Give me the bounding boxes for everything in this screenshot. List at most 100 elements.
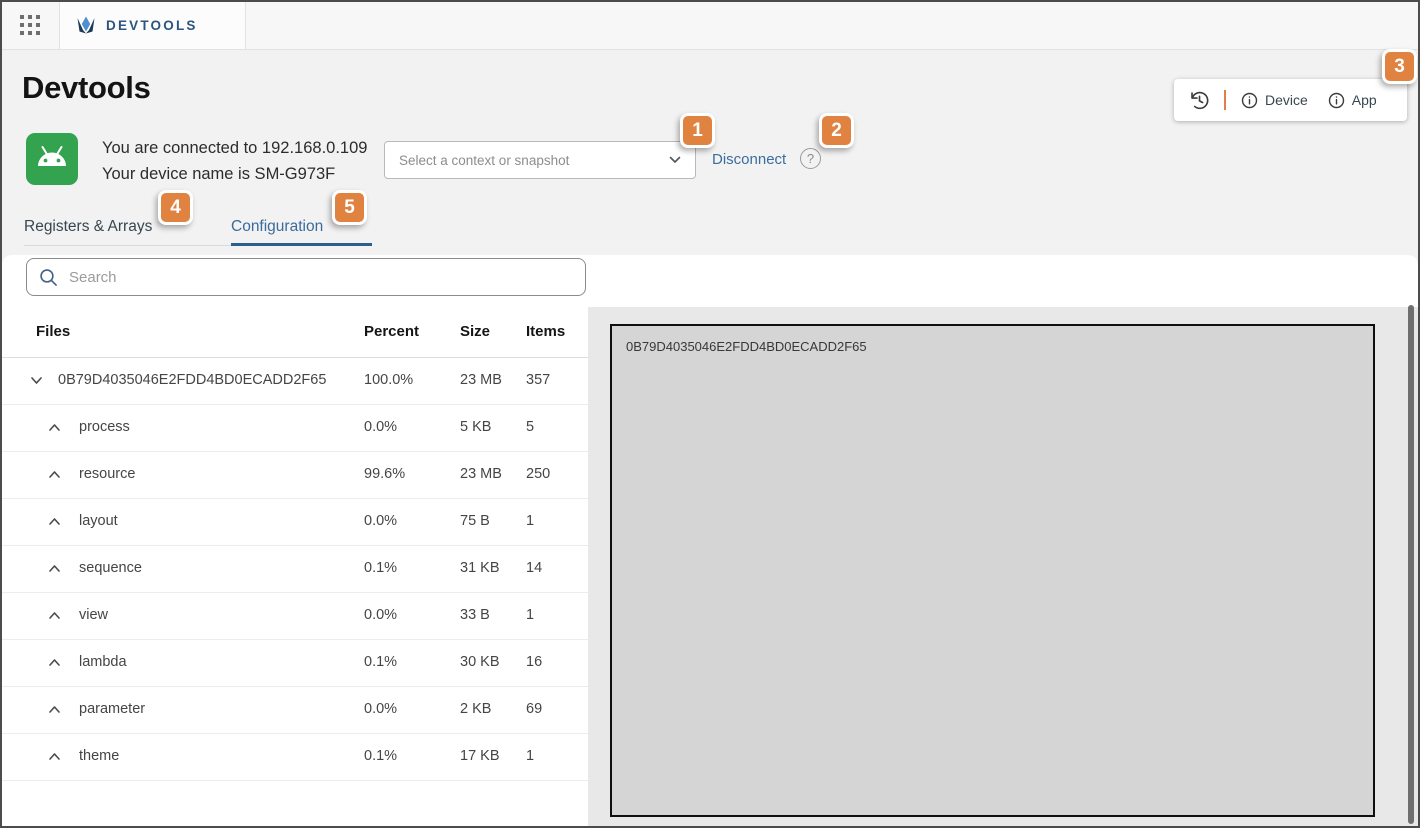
chevron-up-icon — [48, 562, 61, 575]
row-size: 33 B — [460, 607, 490, 623]
table-row[interactable]: resource 99.6% 23 MB 250 — [2, 452, 588, 499]
row-items: 69 — [526, 701, 542, 717]
callout-badge-5: 5 — [332, 190, 367, 225]
preview-root-label: 0B79D4035046E2FDD4BD0ECADD2F65 — [626, 339, 867, 354]
table-row[interactable]: sequence 0.1% 31 KB 14 — [2, 546, 588, 593]
row-toggle[interactable] — [48, 656, 61, 669]
info-icon — [1328, 92, 1345, 109]
row-toggle[interactable] — [48, 468, 61, 481]
row-toggle[interactable] — [48, 609, 61, 622]
row-name: 0B79D4035046E2FDD4BD0ECADD2F65 — [58, 372, 326, 388]
row-items: 1 — [526, 607, 534, 623]
row-items: 14 — [526, 560, 542, 576]
top-bar: DEVTOOLS — [2, 2, 1418, 50]
callout-badge-3: 3 — [1382, 49, 1417, 84]
row-name: process — [79, 419, 130, 435]
history-icon — [1188, 89, 1211, 112]
connection-line2: Your device name is SM-G973F — [102, 161, 367, 187]
tab-registers-arrays[interactable]: Registers & Arrays — [24, 218, 152, 236]
chevron-up-icon — [48, 656, 61, 669]
row-percent: 0.0% — [364, 419, 397, 435]
row-toggle[interactable] — [48, 750, 61, 763]
file-table-header: Files Percent Size Items — [2, 307, 588, 358]
row-percent: 0.0% — [364, 607, 397, 623]
column-header-items: Items — [526, 323, 565, 340]
device-info-label: Device — [1265, 92, 1308, 108]
row-toggle[interactable] — [48, 562, 61, 575]
row-items: 1 — [526, 748, 534, 764]
chevron-up-icon — [48, 750, 61, 763]
column-header-files: Files — [36, 323, 70, 340]
search-box[interactable] — [26, 258, 586, 296]
grid-icon — [18, 13, 43, 38]
tab-configuration[interactable]: Configuration — [231, 218, 323, 236]
page-title: Devtools — [22, 70, 151, 106]
devtools-page: DEVTOOLS Devtools You are connected to 1… — [0, 0, 1420, 828]
android-device-icon — [26, 133, 78, 185]
active-tab-underline — [231, 243, 372, 246]
row-name: parameter — [79, 701, 145, 717]
info-icon — [1241, 92, 1258, 109]
row-name: theme — [79, 748, 119, 764]
table-row[interactable]: lambda 0.1% 30 KB 16 — [2, 640, 588, 687]
table-row[interactable]: layout 0.0% 75 B 1 — [2, 499, 588, 546]
search-icon — [39, 268, 58, 287]
chevron-up-icon — [48, 515, 61, 528]
table-row[interactable]: view 0.0% 33 B 1 — [2, 593, 588, 640]
table-row[interactable]: process 0.0% 5 KB 5 — [2, 405, 588, 452]
app-info-label: App — [1352, 92, 1377, 108]
row-size: 2 KB — [460, 701, 491, 717]
row-name: resource — [79, 466, 135, 482]
row-toggle[interactable] — [30, 374, 43, 387]
row-items: 16 — [526, 654, 542, 670]
callout-badge-1: 1 — [680, 113, 715, 148]
row-name: lambda — [79, 654, 127, 670]
chevron-down-icon — [30, 374, 43, 387]
row-percent: 100.0% — [364, 372, 413, 388]
row-toggle[interactable] — [48, 421, 61, 434]
context-snapshot-select[interactable]: Select a context or snapshot — [384, 141, 696, 179]
chevron-up-icon — [48, 703, 61, 716]
column-header-size: Size — [460, 323, 490, 340]
row-percent: 0.0% — [364, 701, 397, 717]
disconnect-link[interactable]: Disconnect — [712, 151, 786, 168]
row-percent: 0.0% — [364, 513, 397, 529]
row-name: layout — [79, 513, 118, 529]
row-size: 30 KB — [460, 654, 500, 670]
chevron-up-icon — [48, 609, 61, 622]
callout-badge-2: 2 — [819, 113, 854, 148]
help-icon[interactable]: ? — [800, 148, 821, 169]
row-size: 17 KB — [460, 748, 500, 764]
inspect-toolbar: Device App — [1174, 79, 1407, 121]
table-row[interactable]: theme 0.1% 17 KB 1 — [2, 734, 588, 781]
row-percent: 0.1% — [364, 560, 397, 576]
row-size: 23 MB — [460, 372, 502, 388]
file-table-body: 0B79D4035046E2FDD4BD0ECADD2F65 100.0% 23… — [2, 358, 588, 781]
chevron-down-icon — [669, 156, 681, 164]
row-name: sequence — [79, 560, 142, 576]
preview-canvas[interactable]: 0B79D4035046E2FDD4BD0ECADD2F65 — [610, 324, 1375, 817]
brand-home-link[interactable]: DEVTOOLS — [59, 2, 246, 49]
row-name: view — [79, 607, 108, 623]
app-info-button[interactable]: App — [1328, 92, 1377, 109]
file-table: Files Percent Size Items 0B79D4035046E2F… — [2, 307, 588, 826]
row-size: 31 KB — [460, 560, 500, 576]
row-percent: 0.1% — [364, 748, 397, 764]
history-button[interactable] — [1188, 89, 1211, 112]
row-toggle[interactable] — [48, 515, 61, 528]
connection-line1: You are connected to 192.168.0.109 — [102, 135, 367, 161]
row-items: 1 — [526, 513, 534, 529]
app-grid-button[interactable] — [2, 2, 59, 49]
row-percent: 99.6% — [364, 466, 405, 482]
row-size: 75 B — [460, 513, 490, 529]
table-row[interactable]: parameter 0.0% 2 KB 69 — [2, 687, 588, 734]
chevron-up-icon — [48, 468, 61, 481]
chevron-up-icon — [48, 421, 61, 434]
search-input[interactable] — [67, 268, 573, 287]
row-size: 23 MB — [460, 466, 502, 482]
device-info-button[interactable]: Device — [1241, 92, 1308, 109]
vertical-scrollbar[interactable] — [1408, 305, 1414, 824]
row-toggle[interactable] — [48, 703, 61, 716]
table-row[interactable]: 0B79D4035046E2FDD4BD0ECADD2F65 100.0% 23… — [2, 358, 588, 405]
row-items: 357 — [526, 372, 550, 388]
